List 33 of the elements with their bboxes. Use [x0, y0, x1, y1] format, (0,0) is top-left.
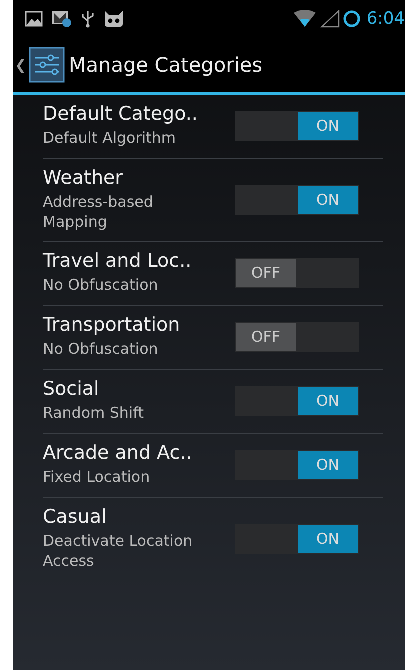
category-title: Casual	[43, 506, 108, 528]
usb-icon	[81, 10, 95, 28]
category-subtitle: Random Shift	[43, 404, 145, 424]
category-subtitle: Address-based Mapping	[43, 193, 154, 232]
toggle-switch[interactable]: OFF	[235, 322, 359, 352]
sliders-icon	[29, 47, 65, 83]
category-subtitle: Fixed Location	[43, 468, 152, 488]
toggle-switch[interactable]: ON	[235, 184, 359, 214]
category-title: Transportation	[43, 314, 182, 336]
robot-icon	[103, 10, 125, 28]
back-caret-icon: ❮	[15, 57, 27, 73]
category-title: Social	[43, 378, 100, 400]
category-subtitle: Deactivate Location Access	[43, 532, 194, 571]
screen-title: Manage Categories	[69, 53, 263, 77]
toggle-switch[interactable]: ON	[235, 386, 359, 416]
category-title: Arcade and Ac..	[43, 442, 194, 464]
wifi-icon	[292, 10, 317, 28]
category-subtitle: Default Algorithm	[43, 129, 178, 149]
signal-icon	[320, 10, 340, 28]
category-subtitle: No Obfuscation	[43, 340, 160, 360]
mail-icon	[51, 10, 73, 28]
toggle-switch[interactable]: OFF	[235, 258, 359, 288]
status-time: 6:04	[366, 9, 405, 29]
category-title: Travel and Loc..	[43, 250, 193, 272]
toggle-switch[interactable]: ON	[235, 111, 359, 141]
toggle-switch[interactable]: ON	[235, 524, 359, 554]
up-button[interactable]: ❮	[13, 47, 69, 83]
toggle-switch[interactable]: ON	[235, 450, 359, 480]
category-title: Default Catego..	[43, 103, 199, 126]
category-subtitle: No Obfuscation	[43, 276, 160, 296]
ring-icon	[342, 10, 361, 28]
picture-icon	[25, 11, 43, 27]
category-title: Weather	[43, 167, 124, 189]
